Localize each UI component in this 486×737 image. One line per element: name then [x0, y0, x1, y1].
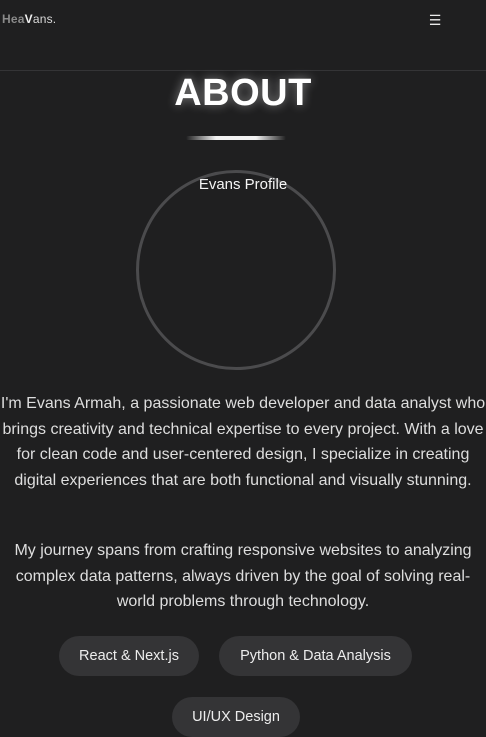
- header: Hea V ans. ☰: [0, 0, 486, 71]
- about-paragraph-1: I'm Evans Armah, a passionate web develo…: [0, 395, 486, 489]
- hamburger-menu-icon[interactable]: ☰: [427, 11, 443, 29]
- profile-image-frame: [136, 170, 336, 370]
- about-paragraph-2: My journey spans from crafting responsiv…: [14, 542, 472, 610]
- logo-mark: Hea: [2, 12, 25, 26]
- logo-text: ans.: [32, 12, 57, 26]
- logo[interactable]: Hea V ans.: [2, 12, 56, 26]
- section-title: ABOUT: [174, 72, 312, 114]
- skill-chip-uiux: UI/UX Design: [172, 697, 300, 737]
- profile-image-alt-text: Evans Profile: [198, 176, 288, 193]
- skill-chip-react: React & Next.js: [59, 636, 199, 676]
- logo-v: V: [24, 12, 33, 26]
- skill-chip-python: Python & Data Analysis: [219, 636, 412, 676]
- title-underline: [186, 136, 286, 140]
